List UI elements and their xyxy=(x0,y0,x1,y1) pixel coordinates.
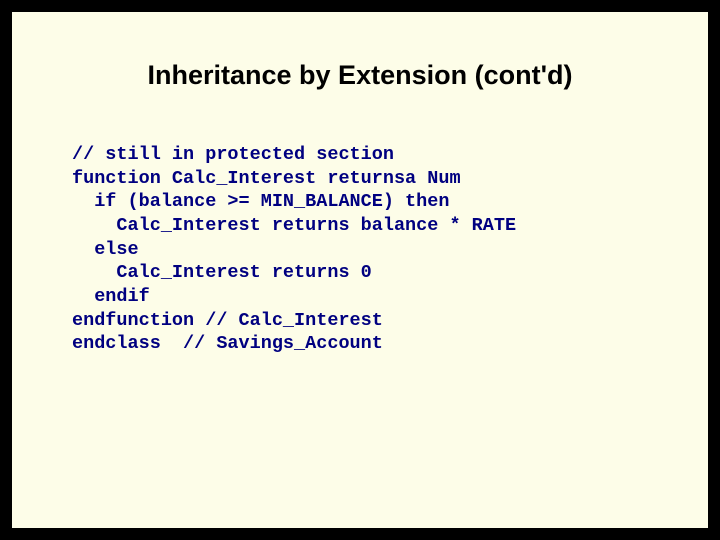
code-line: Calc_Interest returns 0 xyxy=(72,261,656,285)
code-line: endclass // Savings_Account xyxy=(72,332,656,356)
code-line: if (balance >= MIN_BALANCE) then xyxy=(72,190,656,214)
code-line: endif xyxy=(72,285,656,309)
code-line: Calc_Interest returns balance * RATE xyxy=(72,214,656,238)
code-line: // still in protected section xyxy=(72,143,656,167)
code-line: function Calc_Interest returnsa Num xyxy=(72,167,656,191)
code-line: endfunction // Calc_Interest xyxy=(72,309,656,333)
slide-title: Inheritance by Extension (cont'd) xyxy=(64,60,656,91)
code-block: // still in protected sectionfunction Ca… xyxy=(72,143,656,356)
slide-container: Inheritance by Extension (cont'd) // sti… xyxy=(12,12,708,528)
code-line: else xyxy=(72,238,656,262)
